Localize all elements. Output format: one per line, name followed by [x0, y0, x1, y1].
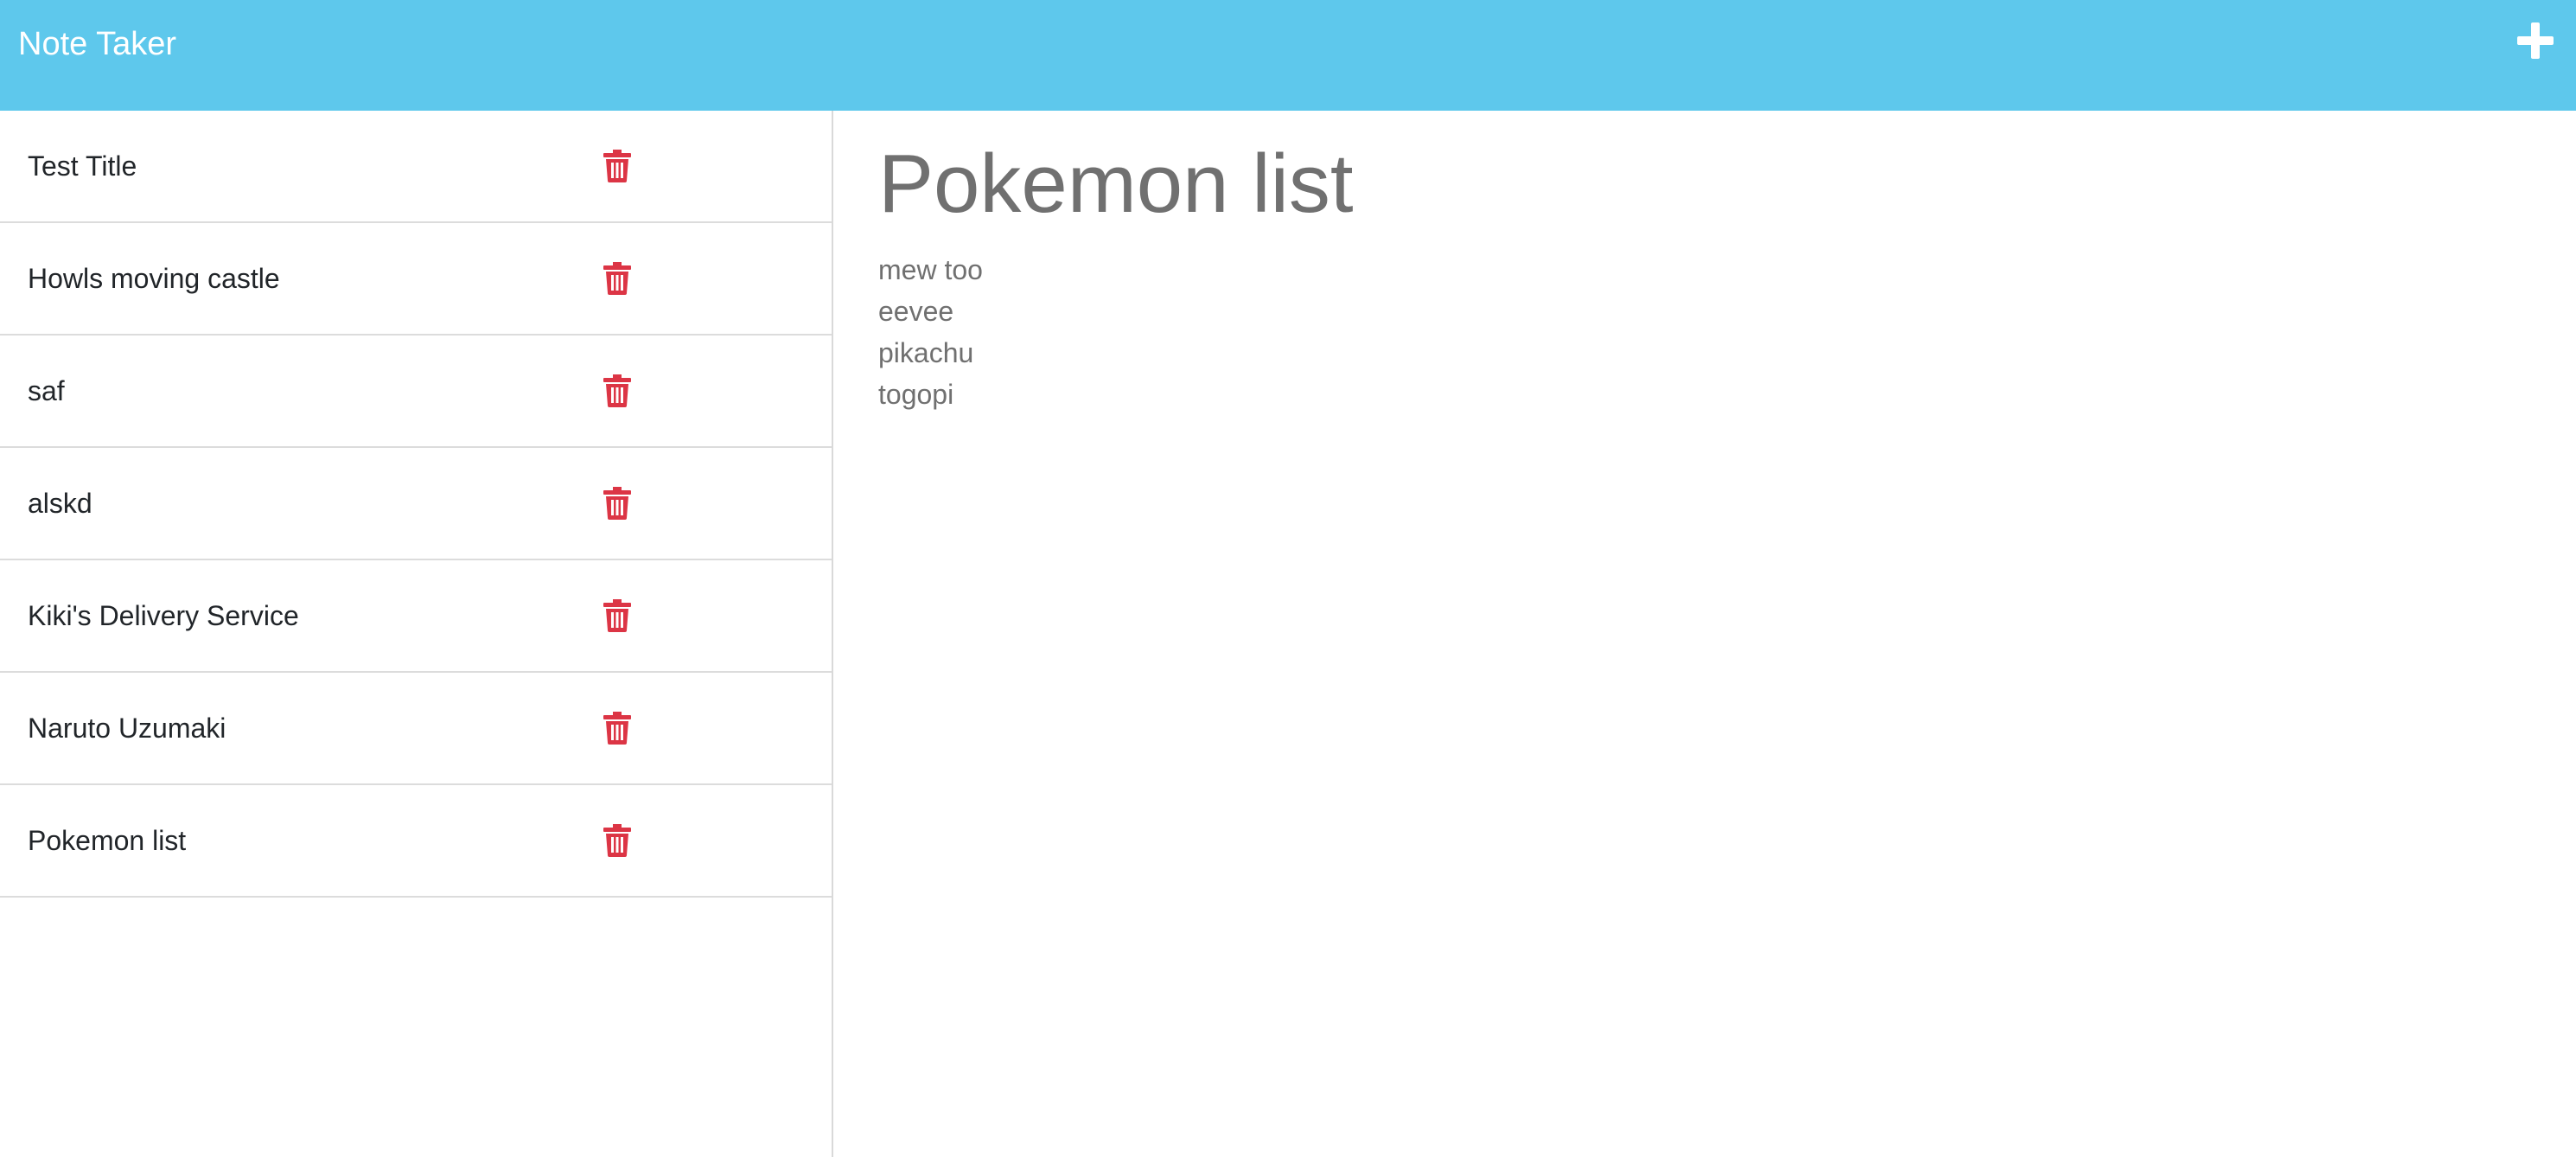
note-list-item-title: Howls moving castle: [28, 263, 280, 294]
note-list-item-title: Pokemon list: [28, 825, 187, 856]
note-list-item[interactable]: saf: [0, 336, 832, 448]
delete-note-button[interactable]: [603, 150, 631, 182]
note-text-line: pikachu: [878, 337, 974, 368]
note-list-item[interactable]: Naruto Uzumaki: [0, 673, 832, 785]
note-list-item[interactable]: Kiki's Delivery Service: [0, 560, 832, 673]
note-list-item[interactable]: Pokemon list: [0, 785, 832, 898]
notes-sidebar: Test Title Howls moving castle saf alskd…: [0, 111, 833, 1157]
trash-icon: [603, 262, 631, 295]
note-list-item[interactable]: Howls moving castle: [0, 223, 832, 336]
navbar: Note Taker: [0, 0, 2576, 111]
note-list-item-title: Kiki's Delivery Service: [28, 600, 299, 631]
note-list-item-title: alskd: [28, 488, 92, 519]
trash-icon: [603, 824, 631, 857]
note-text-field[interactable]: mew too eevee pikachu togopi: [878, 249, 983, 415]
trash-icon: [603, 599, 631, 632]
trash-icon: [603, 150, 631, 182]
delete-note-button[interactable]: [603, 262, 631, 295]
note-list-item[interactable]: alskd: [0, 448, 832, 560]
note-text-line: mew too: [878, 254, 983, 285]
delete-note-button[interactable]: [603, 374, 631, 407]
delete-note-button[interactable]: [603, 712, 631, 745]
note-list-item-title: Test Title: [28, 150, 137, 182]
note-list-item[interactable]: Test Title: [0, 111, 832, 223]
delete-note-button[interactable]: [603, 824, 631, 857]
app-title: Note Taker: [18, 26, 177, 62]
new-note-button[interactable]: [2515, 21, 2555, 61]
note-list-item-title: Naruto Uzumaki: [28, 713, 226, 744]
trash-icon: [603, 374, 631, 407]
note-list: Test Title Howls moving castle saf alskd…: [0, 111, 832, 898]
note-list-item-title: saf: [28, 375, 65, 406]
plus-icon: [2517, 22, 2554, 59]
note-text-line: eevee: [878, 296, 954, 327]
delete-note-button[interactable]: [603, 487, 631, 520]
trash-icon: [603, 487, 631, 520]
note-text-line: togopi: [878, 379, 954, 410]
trash-icon: [603, 712, 631, 745]
note-title-field[interactable]: Pokemon list: [878, 133, 1354, 235]
delete-note-button[interactable]: [603, 599, 631, 632]
